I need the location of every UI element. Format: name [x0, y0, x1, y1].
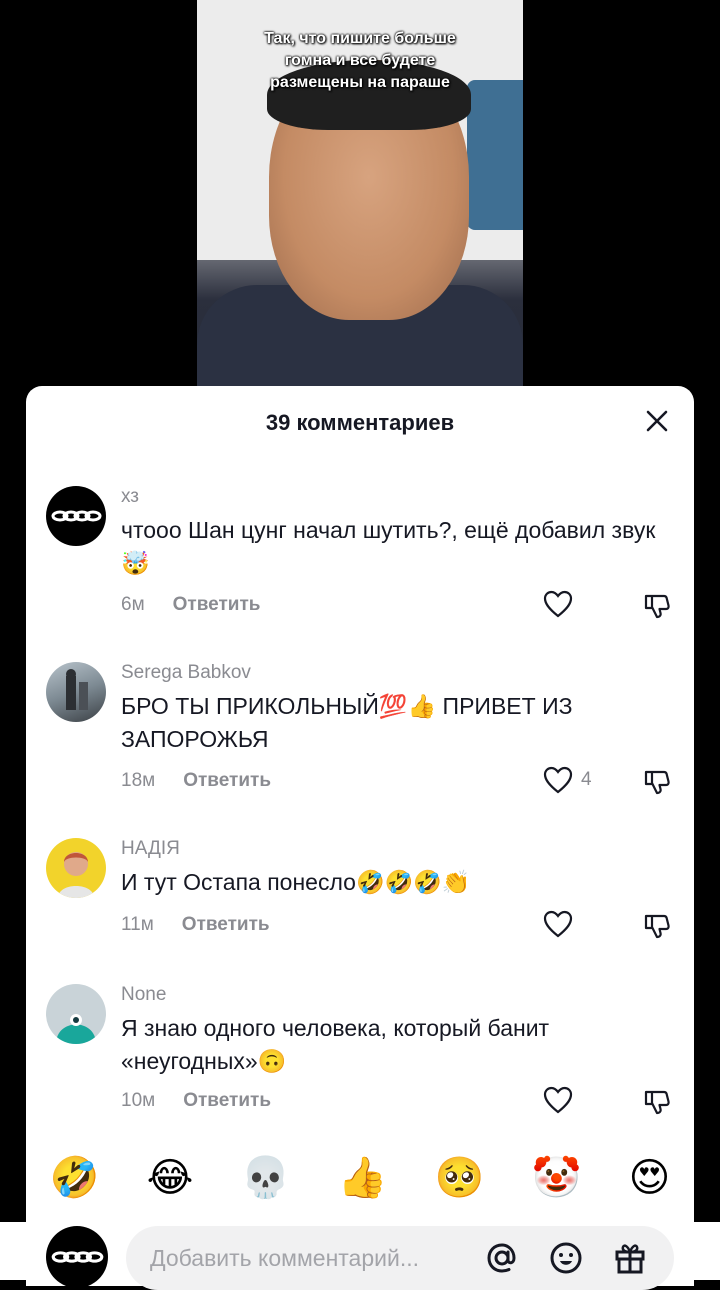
comment-time: 10м [121, 1090, 156, 1111]
comment-username[interactable]: None [121, 984, 166, 1006]
heart-icon [543, 590, 573, 618]
chain-icon [51, 510, 102, 522]
heart-icon [543, 910, 573, 938]
thumbs-down-icon [644, 594, 670, 619]
like-button[interactable] [543, 590, 581, 618]
emoji-pleading[interactable]: 🥺 [435, 1158, 485, 1198]
gift-icon [615, 1244, 645, 1274]
comment-time: 18м [121, 770, 156, 791]
emoji-quick-bar: 🤣 😂 💀 👍 🥺 🤡 😍 [0, 1148, 720, 1208]
dislike-button[interactable] [643, 768, 671, 800]
heart-icon [543, 766, 573, 794]
comment-meta: 18м Ответить [121, 770, 271, 792]
reply-button[interactable]: Ответить [182, 914, 270, 936]
emoji-rofl[interactable]: 🤣 [50, 1158, 100, 1198]
emoji-picker-button[interactable] [548, 1240, 584, 1276]
like-button[interactable] [543, 1086, 581, 1114]
at-icon [487, 1243, 516, 1273]
avatar[interactable] [46, 662, 106, 722]
comment-username[interactable]: хз [121, 486, 139, 508]
avatar[interactable] [46, 838, 106, 898]
emoji-skull[interactable]: 💀 [241, 1158, 291, 1198]
mention-button[interactable] [484, 1240, 520, 1276]
like-count: 4 [581, 769, 592, 790]
dislike-button[interactable] [643, 592, 671, 624]
video-caption: Так, что пишите больше гомна и все будет… [197, 28, 523, 94]
emoji-icon [550, 1242, 582, 1274]
photo-avatar-icon [58, 852, 94, 898]
emoji-heart-eyes[interactable]: 😍 [629, 1158, 671, 1198]
my-avatar[interactable] [46, 1226, 108, 1288]
close-button[interactable] [642, 406, 672, 436]
comment-input-bar [0, 1222, 720, 1290]
like-button[interactable] [543, 910, 581, 938]
dislike-button[interactable] [643, 1088, 671, 1120]
reply-button[interactable]: Ответить [173, 594, 261, 616]
comment-username[interactable]: Serega Babkov [121, 662, 251, 684]
comment-time: 11м [121, 914, 154, 935]
gift-button[interactable] [612, 1240, 648, 1276]
comment-meta: 10м Ответить [121, 1090, 271, 1112]
reply-button[interactable]: Ответить [183, 770, 271, 792]
emoji-joy[interactable]: 😂 [147, 1158, 194, 1198]
comment-input-box[interactable] [126, 1226, 674, 1290]
reply-button[interactable]: Ответить [183, 1090, 271, 1112]
comment-input[interactable] [148, 1240, 472, 1276]
caption-line: Так, что пишите больше [264, 30, 456, 47]
emoji-clown[interactable]: 🤡 [532, 1158, 582, 1198]
thumbs-down-icon [644, 914, 670, 939]
dislike-button[interactable] [643, 912, 671, 944]
comment-text: БРО ТЫ ПРИКОЛЬНЫЙ💯👍 ПРИВЕТ ИЗ ЗАПОРОЖЬЯ [121, 693, 573, 752]
avatar[interactable] [46, 486, 106, 546]
comment-meta: 11м Ответить [121, 914, 270, 936]
photo-avatar-icon [66, 669, 88, 710]
emoji-thumbs-up[interactable]: 👍 [338, 1158, 388, 1198]
comment-text: Я знаю одного человека, который банит «н… [121, 1015, 550, 1074]
thumbs-down-icon [644, 770, 670, 795]
like-button[interactable]: 4 [543, 766, 592, 794]
heart-icon [543, 1086, 573, 1114]
comment-text: чтооо Шан цунг начал шутить?, ещё добави… [121, 517, 656, 576]
video-towel [467, 80, 523, 230]
thumbs-down-icon [644, 1090, 670, 1115]
avatar[interactable] [46, 984, 106, 1044]
comment-text: И тут Остапа понесло🤣🤣🤣👏 [121, 869, 471, 895]
comments-count-title: 39 комментариев [265, 410, 455, 435]
cartoon-avatar-icon [56, 1014, 96, 1044]
caption-line: размещены на параше [270, 74, 450, 91]
close-icon [646, 410, 668, 432]
caption-line: гомна и все будете [284, 52, 436, 69]
chain-icon [51, 1251, 104, 1263]
comment-username[interactable]: НАДІЯ [121, 838, 180, 860]
comment-meta: 6м Ответить [121, 594, 260, 616]
comment-time: 6м [121, 594, 145, 615]
